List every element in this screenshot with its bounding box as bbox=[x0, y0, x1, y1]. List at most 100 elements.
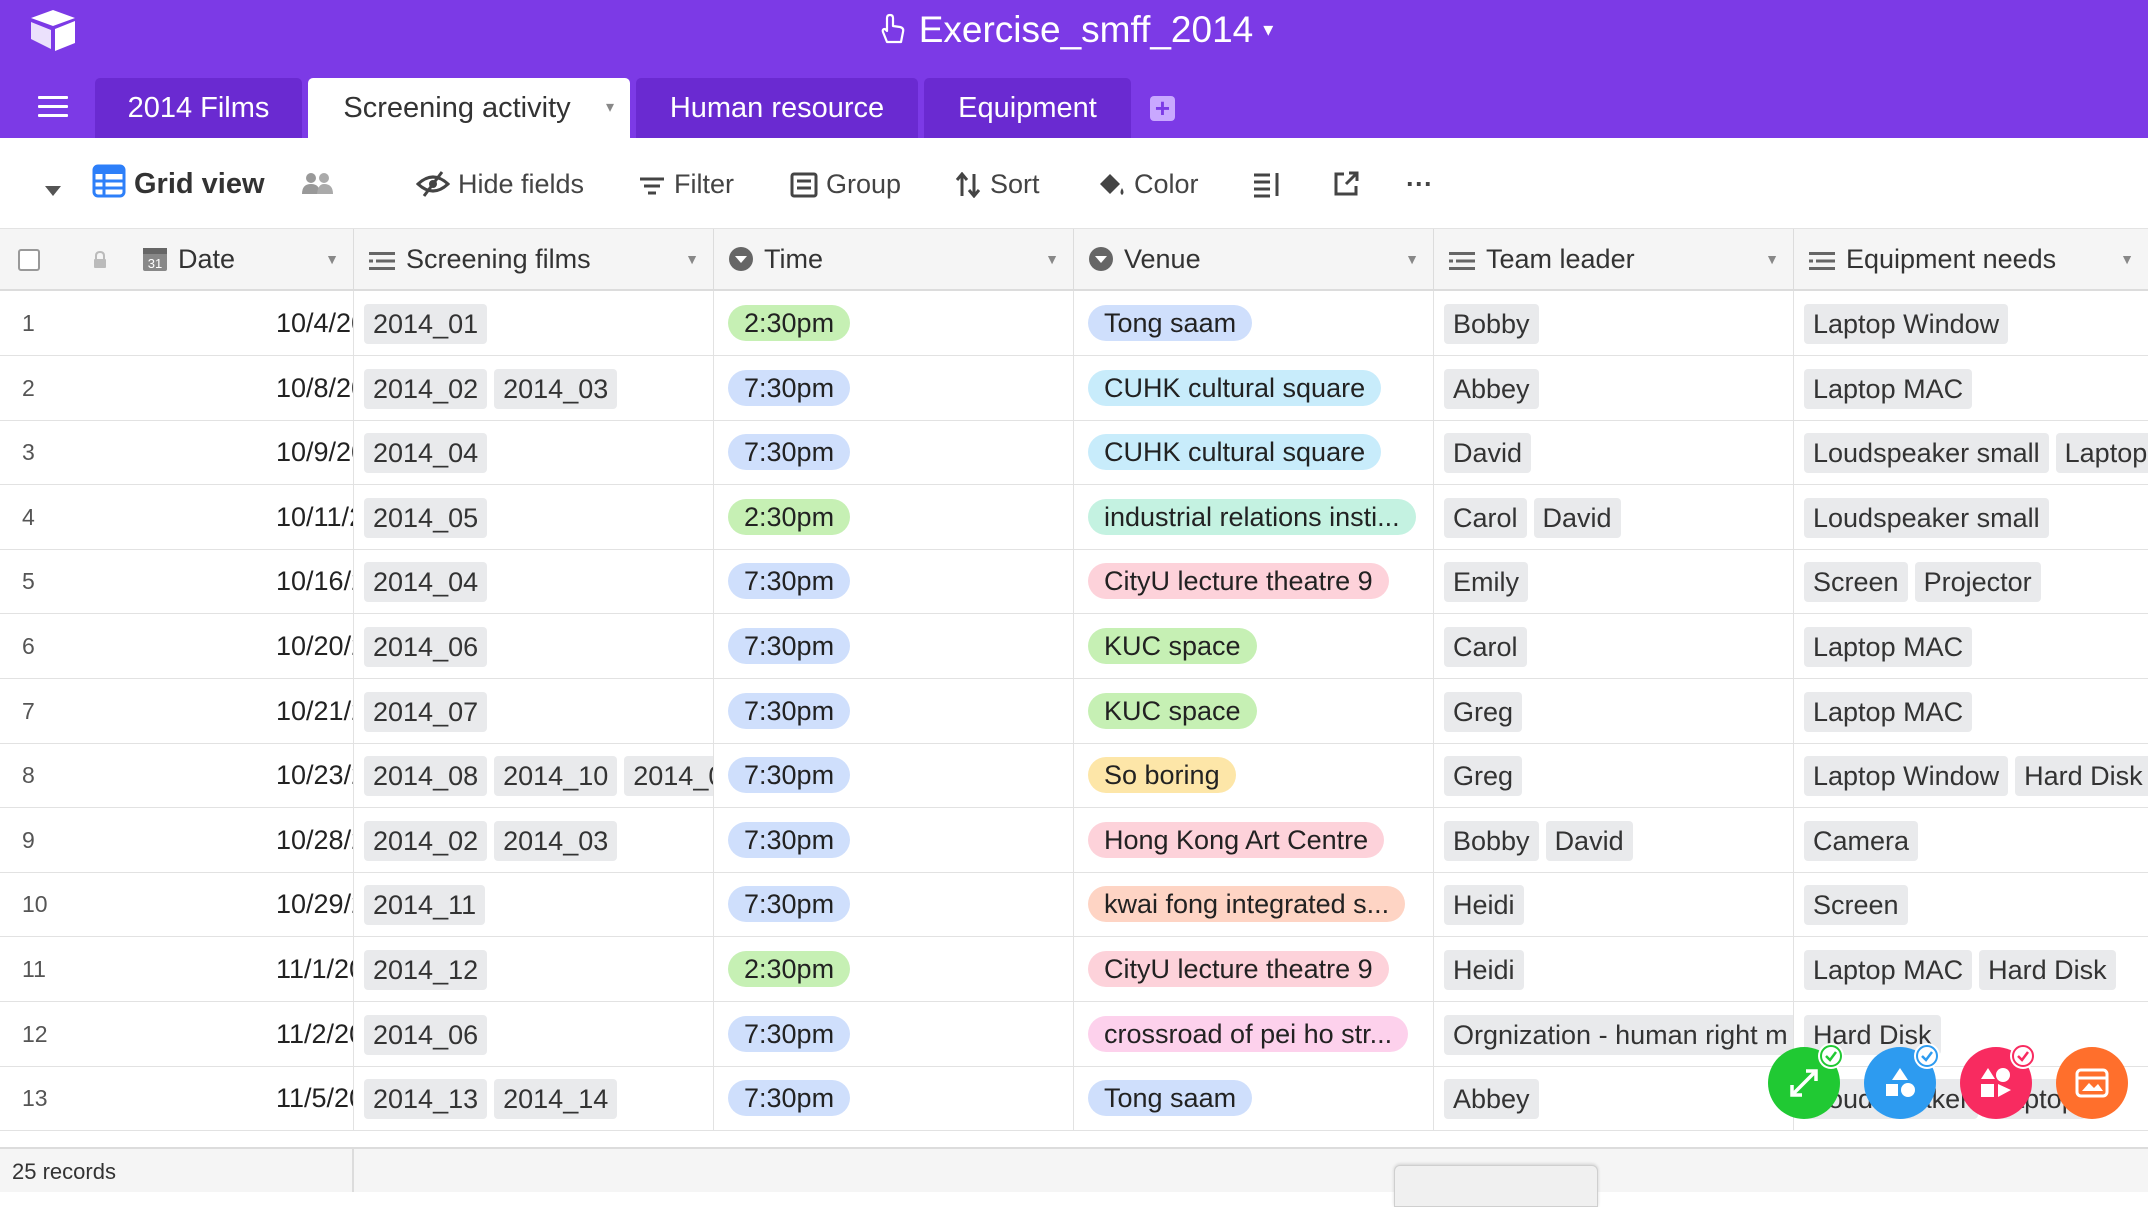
venue-cell[interactable]: Hong Kong Art Centre bbox=[1074, 807, 1434, 872]
date-cell[interactable]: 10/9/2014 bbox=[130, 420, 354, 485]
column-header-equipment-needs[interactable]: Equipment needs ▼ bbox=[1794, 229, 2148, 289]
venue-cell[interactable]: kwai fong integrated s... bbox=[1074, 872, 1434, 937]
linked-leader-chip[interactable]: Abbey bbox=[1444, 1079, 1539, 1120]
team-leader-cell[interactable]: Greg bbox=[1434, 678, 1794, 743]
team-leader-cell[interactable]: Abbey bbox=[1434, 1066, 1794, 1131]
linked-leader-chip[interactable]: Greg bbox=[1444, 756, 1523, 797]
linked-equipment-chip[interactable]: Hard Disk bbox=[2015, 756, 2148, 797]
date-cell[interactable]: 10/11/2014 bbox=[130, 484, 354, 549]
team-leader-cell[interactable]: Bobby bbox=[1434, 291, 1794, 355]
team-leader-cell[interactable]: Heidi bbox=[1434, 872, 1794, 937]
venue-cell[interactable]: CityU lecture theatre 9 bbox=[1074, 549, 1434, 614]
linked-leader-chip[interactable]: Orgnization - human right m bbox=[1444, 1014, 1793, 1055]
team-leader-cell[interactable]: Carol David bbox=[1434, 484, 1794, 549]
linked-equipment-chip[interactable]: Laptop Window bbox=[1804, 756, 2009, 797]
row-number-cell[interactable]: 8 bbox=[0, 743, 130, 807]
tab-screening-activity[interactable]: Screening activity ▾ bbox=[308, 78, 630, 138]
time-cell[interactable]: 7:30pm bbox=[714, 355, 1074, 420]
time-cell[interactable]: 2:30pm bbox=[714, 937, 1074, 1001]
time-cell[interactable]: 7:30pm bbox=[714, 549, 1074, 614]
linked-film-chip[interactable]: 2014_08 bbox=[364, 756, 488, 797]
view-switcher-toggle[interactable] bbox=[44, 164, 70, 204]
linked-film-chip[interactable]: 2014_14 bbox=[494, 1079, 618, 1120]
row-number-cell[interactable]: 12 bbox=[0, 1002, 130, 1066]
time-cell[interactable]: 7:30pm bbox=[714, 1001, 1074, 1066]
time-cell[interactable]: 7:30pm bbox=[714, 1066, 1074, 1131]
chevron-down-icon[interactable]: ▼ bbox=[1405, 229, 1419, 289]
row-number-cell[interactable]: 3 bbox=[0, 420, 130, 484]
team-leader-cell[interactable]: Bobby David bbox=[1434, 807, 1794, 872]
linked-equipment-chip[interactable]: Screen bbox=[1804, 562, 1908, 603]
chevron-down-icon[interactable]: ▼ bbox=[325, 229, 339, 289]
time-cell[interactable]: 2:30pm bbox=[714, 484, 1074, 549]
date-cell[interactable]: 10/20/2014 bbox=[130, 614, 354, 678]
linked-equipment-chip[interactable]: Laptop MAC bbox=[1804, 950, 1973, 990]
screening-films-cell[interactable]: 2014_07 bbox=[354, 678, 714, 743]
venue-cell[interactable]: KUC space bbox=[1074, 678, 1434, 743]
venue-cell[interactable]: Tong saam bbox=[1074, 1066, 1434, 1131]
linked-leader-chip[interactable]: Greg bbox=[1444, 691, 1523, 732]
linked-leader-chip[interactable]: Abbey bbox=[1444, 368, 1539, 409]
linked-equipment-chip[interactable]: Screen bbox=[1804, 885, 1908, 926]
equipment-needs-cell[interactable]: Laptop MAC Hard Disk bbox=[1794, 937, 2148, 1001]
venue-cell[interactable]: So boring bbox=[1074, 743, 1434, 808]
chevron-down-icon[interactable]: ▼ bbox=[2120, 229, 2134, 289]
linked-film-chip[interactable]: 2014_02 bbox=[364, 368, 488, 409]
time-cell[interactable]: 7:30pm bbox=[714, 872, 1074, 937]
screening-films-cell[interactable]: 2014_02 2014_03 bbox=[354, 807, 714, 872]
time-cell[interactable]: 7:30pm bbox=[714, 743, 1074, 808]
venue-cell[interactable]: KUC space bbox=[1074, 614, 1434, 678]
gallery-app-button[interactable] bbox=[2056, 1047, 2128, 1119]
linked-film-chip[interactable]: 2014_06 bbox=[364, 1014, 488, 1055]
row-height-button[interactable] bbox=[1252, 164, 1290, 204]
time-cell[interactable]: 7:30pm bbox=[714, 807, 1074, 872]
linked-leader-chip[interactable]: Carol bbox=[1444, 627, 1527, 667]
chevron-down-icon[interactable]: ▼ bbox=[1045, 229, 1059, 289]
venue-cell[interactable]: Tong saam bbox=[1074, 291, 1434, 355]
summary-bar-tab[interactable] bbox=[1394, 1165, 1598, 1207]
tab-2014-films[interactable]: 2014 Films bbox=[95, 78, 302, 138]
color-button[interactable]: Color bbox=[1096, 164, 1199, 204]
team-leader-cell[interactable]: Abbey bbox=[1434, 355, 1794, 420]
linked-leader-chip[interactable]: Heidi bbox=[1444, 950, 1524, 990]
equipment-needs-cell[interactable]: Laptop Window Hard Disk bbox=[1794, 743, 2148, 807]
team-leader-cell[interactable]: Greg bbox=[1434, 743, 1794, 808]
row-number-cell[interactable]: 4 bbox=[0, 485, 130, 549]
linked-equipment-chip[interactable]: Loudspeaker small bbox=[1804, 433, 2049, 474]
equipment-needs-cell[interactable]: Camera bbox=[1794, 808, 2148, 872]
row-number-cell[interactable]: 1 bbox=[0, 291, 130, 355]
screening-films-cell[interactable]: 2014_01 bbox=[354, 291, 714, 355]
time-cell[interactable]: 2:30pm bbox=[714, 291, 1074, 355]
expand-app-button[interactable] bbox=[1768, 1043, 1844, 1119]
venue-cell[interactable]: CUHK cultural square bbox=[1074, 420, 1434, 485]
row-number-cell[interactable]: 6 bbox=[0, 614, 130, 678]
date-cell[interactable]: 11/5/2014 bbox=[130, 1066, 354, 1131]
linked-leader-chip[interactable]: Bobby bbox=[1444, 304, 1539, 344]
venue-cell[interactable]: crossroad of pei ho str... bbox=[1074, 1001, 1434, 1066]
tab-equipment[interactable]: Equipment bbox=[924, 78, 1131, 138]
linked-film-chip[interactable]: 2014_02 bbox=[364, 820, 488, 861]
blocks-app-button[interactable] bbox=[1960, 1043, 2036, 1119]
date-cell[interactable]: 11/2/2014 bbox=[130, 1001, 354, 1066]
linked-film-chip[interactable]: 2014_12 bbox=[364, 950, 488, 990]
view-name[interactable]: Grid view bbox=[92, 164, 265, 204]
linked-film-chip[interactable]: 2014_09 bbox=[624, 756, 713, 797]
screening-films-cell[interactable]: 2014_04 bbox=[354, 420, 714, 485]
date-cell[interactable]: 10/21/2014 bbox=[130, 678, 354, 743]
linked-film-chip[interactable]: 2014_01 bbox=[364, 304, 488, 344]
linked-equipment-chip[interactable]: Hard Disk bbox=[1979, 950, 2116, 990]
column-header-time[interactable]: Time ▼ bbox=[714, 229, 1074, 289]
column-header-venue[interactable]: Venue ▼ bbox=[1074, 229, 1434, 289]
tab-human-resource[interactable]: Human resource bbox=[636, 78, 918, 138]
linked-equipment-chip[interactable]: Laptop MAC bbox=[1804, 368, 1973, 409]
date-cell[interactable]: 11/1/2014 bbox=[130, 937, 354, 1001]
team-leader-cell[interactable]: Orgnization - human right m bbox=[1434, 1001, 1794, 1066]
linked-leader-chip[interactable]: Bobby bbox=[1444, 820, 1539, 861]
time-cell[interactable]: 7:30pm bbox=[714, 420, 1074, 485]
screening-films-cell[interactable]: 2014_11 bbox=[354, 872, 714, 937]
venue-cell[interactable]: industrial relations insti... bbox=[1074, 484, 1434, 549]
screening-films-cell[interactable]: 2014_082014_102014_09 bbox=[354, 743, 714, 808]
date-cell[interactable]: 10/4/2014 bbox=[130, 291, 354, 355]
linked-film-chip[interactable]: 2014_04 bbox=[364, 562, 488, 603]
equipment-needs-cell[interactable]: Laptop Window bbox=[1794, 291, 2148, 355]
